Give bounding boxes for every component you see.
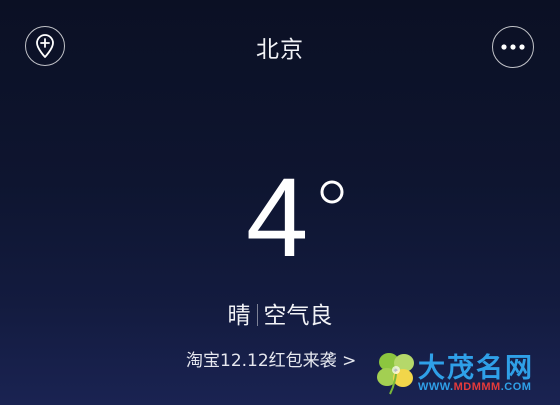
more-button[interactable] [492,26,534,68]
chevron-right-icon: > [342,351,357,371]
more-dots-icon [501,44,525,50]
add-city-button[interactable] [25,26,65,66]
condition-row: 晴空气良 [160,296,400,330]
degree-icon [320,180,344,204]
promo-link[interactable]: 淘宝12.12红包来袭 > [186,346,356,371]
current-temperature: 4 [230,162,370,278]
condition-divider [256,304,258,326]
add-location-icon [36,34,54,58]
clover-logo-icon [377,353,414,395]
city-title: 北京 [256,37,304,63]
watermark: 大茂名网 WWW.MDMMM.COM [374,348,554,398]
weather-condition: 晴 [227,303,251,329]
promo-text: 淘宝12.12红包来袭 [186,351,337,371]
temperature-value: 4 [246,155,309,280]
watermark-url: WWW.MDMMM.COM [418,381,532,393]
air-quality[interactable]: 空气良 [264,303,333,329]
watermark-name: 大茂名网 [418,353,534,384]
weather-screen: 北京 4 晴空气良 淘宝12.12红包来袭 > 大茂名网 WWW.MDMMM.C… [0,0,560,405]
